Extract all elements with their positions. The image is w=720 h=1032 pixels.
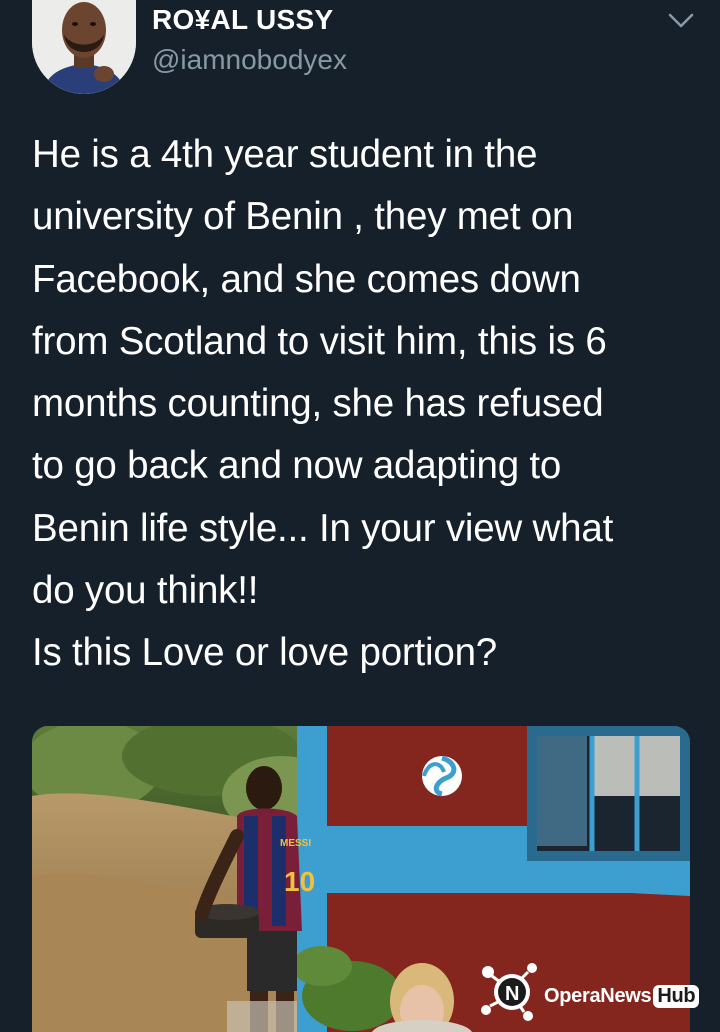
tweet-text-line: months counting, she has refused xyxy=(32,382,604,426)
tweet-text-line: He is a 4th year student in the xyxy=(32,133,538,176)
operanews-watermark: N OperaNews Hub xyxy=(476,958,712,1024)
tweet-card: RO¥AL USSY @iamnobodyex He is a 4th year… xyxy=(0,0,720,1032)
display-name[interactable]: RO¥AL USSY xyxy=(152,4,333,36)
tweet-text-line: Is this Love or love portion? xyxy=(32,631,498,675)
operanews-logo-icon: N xyxy=(481,963,537,1021)
tweet-text-line: university of Benin , they met on xyxy=(32,195,574,239)
operanews-brand: OperaNews Hub xyxy=(544,985,700,1008)
chevron-down-icon[interactable] xyxy=(666,8,696,34)
tweet-text-line: Benin life style... In your view what xyxy=(32,506,614,550)
tweet-text-line: to go back and now adapting to xyxy=(32,444,562,488)
jersey-number: 10 xyxy=(284,866,315,897)
jersey-name: MESSI xyxy=(280,838,311,849)
operanews-hub-badge: Hub xyxy=(653,985,700,1008)
avatar[interactable] xyxy=(32,0,136,94)
avatar-photo xyxy=(32,0,136,94)
tweet-text-line: Facebook, and she comes down xyxy=(32,257,581,301)
tweet-text: He is a 4th year student in the universi… xyxy=(32,124,692,685)
tweet-text-line: do you think!! xyxy=(32,569,259,613)
user-handle[interactable]: @iamnobodyex xyxy=(152,44,347,76)
tweet-text-line: from Scotland to visit him, this is 6 xyxy=(32,319,607,363)
svg-text:N: N xyxy=(505,983,519,1005)
operanews-brand-text: OperaNews xyxy=(544,985,652,1007)
